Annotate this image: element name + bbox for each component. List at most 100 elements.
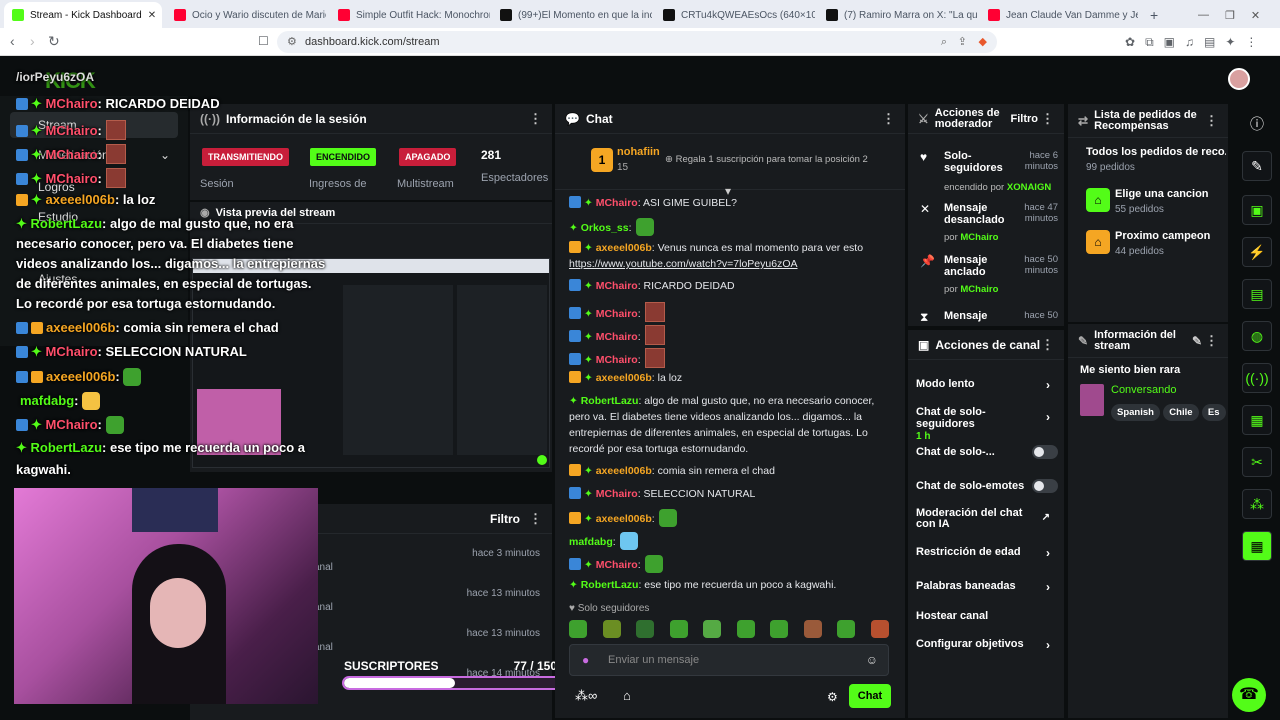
emote[interactable] xyxy=(803,620,822,638)
emote[interactable] xyxy=(837,620,856,638)
emote[interactable] xyxy=(602,620,621,638)
more-options-icon[interactable]: ⋮ xyxy=(1205,333,1218,349)
modo-lento-row[interactable]: Modo lento › xyxy=(916,378,1064,396)
reward-item[interactable]: ⌂ Elige una cancion 55 pedidos xyxy=(1086,188,1226,218)
store-icon[interactable]: ⌂ xyxy=(623,688,631,703)
moderacion-ia-row[interactable]: Moderación del chat con IA ↗ xyxy=(916,508,1064,538)
url-bar[interactable]: ⚙ dashboard.kick.com/stream ⌕ ⇪ ◆ xyxy=(277,31,997,53)
chat-username[interactable]: mafdabg xyxy=(569,536,613,548)
sidebar-icon[interactable]: ▣ xyxy=(1164,35,1175,50)
chat-username[interactable]: MChairo xyxy=(596,488,638,500)
maximize-icon[interactable]: ❐ xyxy=(1225,9,1235,22)
layout-icon[interactable]: ▣ xyxy=(1236,194,1278,226)
reward-item[interactable]: ⌂ Proximo campeon 44 pedidos xyxy=(1086,230,1226,260)
hostear-canal-row[interactable]: Hostear canal xyxy=(916,610,1064,628)
forward-icon[interactable]: › xyxy=(30,34,35,48)
chat-username[interactable]: MChairo xyxy=(596,280,638,292)
chat-username[interactable]: MChairo xyxy=(596,331,638,343)
chat-username[interactable]: axeeel006b xyxy=(596,372,652,384)
gifter-name[interactable]: nohafiin xyxy=(617,146,660,158)
more-options-icon[interactable]: ⋮ xyxy=(1041,337,1054,353)
info-icon[interactable]: ⓘ xyxy=(1236,108,1278,140)
grid-icon[interactable]: ▦ xyxy=(1236,404,1278,436)
emote[interactable] xyxy=(870,620,889,638)
emote[interactable] xyxy=(569,620,587,638)
all-requests-link[interactable]: Todos los pedidos de reco... xyxy=(1086,146,1226,158)
emoji-icon[interactable]: ☺ xyxy=(866,653,878,667)
filter-button[interactable]: Filtro xyxy=(1011,113,1039,125)
chat-username[interactable]: RobertLazu xyxy=(581,579,639,591)
new-tab-button[interactable]: + xyxy=(1142,2,1162,28)
leo-icon[interactable]: ✦ xyxy=(1225,35,1235,50)
bookmark-icon[interactable]: ☐ xyxy=(258,34,269,48)
more-options-icon[interactable]: ⋮ xyxy=(529,511,542,527)
settings-icon[interactable]: ⚙ xyxy=(827,690,838,704)
gift-cta[interactable]: ⊕ Regala 1 suscripción para tomar la pos… xyxy=(665,154,868,165)
site-info-icon[interactable]: ⚙ xyxy=(287,31,297,53)
mod-action-user[interactable]: MChairo xyxy=(960,284,998,295)
emote[interactable] xyxy=(736,620,755,638)
chat-bubble-icon[interactable]: ◍ xyxy=(1236,320,1278,352)
emote[interactable] xyxy=(703,620,722,638)
reload-icon[interactable]: ↻ xyxy=(48,34,60,48)
chat-username[interactable]: Orkos_ss xyxy=(581,222,629,234)
share-icon[interactable]: ⇪ xyxy=(958,31,967,53)
more-options-icon[interactable]: ⋮ xyxy=(529,111,542,127)
tab-browser[interactable]: Ocio y Wario discuten de Mario Sun xyxy=(166,2,326,28)
send-chat-button[interactable]: Chat xyxy=(849,684,891,708)
back-icon[interactable]: ‹ xyxy=(10,34,15,48)
solo-emotes-toggle[interactable] xyxy=(1032,479,1058,493)
tab-kick-dashboard[interactable]: Stream - Kick Dashboard ✕ xyxy=(4,2,162,28)
extension-icon[interactable]: ✿ xyxy=(1125,35,1135,50)
category-link[interactable]: Conversando xyxy=(1111,384,1176,396)
emote[interactable] xyxy=(770,620,789,638)
mod-action-user[interactable]: MChairo xyxy=(960,232,998,243)
tab-browser[interactable]: (7) Ramiro Marra on X: "La que aniq xyxy=(818,2,978,28)
minimize-icon[interactable]: — xyxy=(1198,9,1209,21)
message-input[interactable]: ● Enviar un mensaje ☺ xyxy=(569,644,889,676)
chat-username[interactable]: RobertLazu xyxy=(581,395,639,407)
edit-icon[interactable]: ✎ xyxy=(1192,334,1202,348)
tag[interactable]: Es xyxy=(1201,404,1226,421)
palabras-baneadas-row[interactable]: Palabras baneadas › xyxy=(916,580,1064,598)
wrench-icon[interactable]: ✂ xyxy=(1236,446,1278,478)
tab-browser[interactable]: (99+)El Momento en que la inclinaci xyxy=(492,2,652,28)
emote[interactable] xyxy=(636,620,655,638)
edit-panel-icon[interactable]: ✎ xyxy=(1236,150,1278,182)
close-window-icon[interactable]: ✕ xyxy=(1251,9,1260,22)
emote[interactable] xyxy=(669,620,688,638)
more-options-icon[interactable]: ⋮ xyxy=(1205,113,1218,129)
chat-username[interactable]: MChairo xyxy=(596,308,638,320)
chat-username[interactable]: axeeel006b xyxy=(596,242,652,254)
lightning-icon[interactable]: ⚡ xyxy=(1236,236,1278,268)
clapper-icon[interactable]: ▦ xyxy=(1236,530,1278,562)
music-icon[interactable]: ♫ xyxy=(1185,35,1194,50)
close-icon[interactable]: ✕ xyxy=(148,10,156,21)
tag[interactable]: Spanish xyxy=(1111,404,1160,421)
filter-button[interactable]: Filtro xyxy=(490,512,520,526)
tab-browser[interactable]: Simple Outfit Hack: Monochrome St xyxy=(330,2,490,28)
tag[interactable]: Chile xyxy=(1163,404,1199,421)
restriccion-edad-row[interactable]: Restricción de edad › xyxy=(916,546,1064,564)
zoom-icon[interactable]: ⌕ xyxy=(941,31,947,53)
solo-sub-toggle[interactable] xyxy=(1032,445,1058,459)
menu-icon[interactable]: ⋮ xyxy=(1245,35,1257,50)
avatar[interactable] xyxy=(1228,68,1250,90)
puzzle-icon[interactable]: ⧉ xyxy=(1145,35,1154,50)
channel-points-icon[interactable]: ⁂∞ xyxy=(575,688,597,704)
mod-action-user[interactable]: XONAIGN xyxy=(1007,182,1051,193)
document-icon[interactable]: ▤ xyxy=(1236,278,1278,310)
wallet-icon[interactable]: ▤ xyxy=(1204,35,1215,50)
chat-link[interactable]: https://www.youtube.com/watch?v=7loPeyu6… xyxy=(569,258,798,270)
brave-shield-icon[interactable]: ◆ xyxy=(979,31,987,53)
solo-seguidores-row[interactable]: Chat de solo-seguidores 1 h › xyxy=(916,406,1064,442)
tab-browser[interactable]: CRTu4kQWEAEsOcs (640×1024) xyxy=(655,2,815,28)
more-options-icon[interactable]: ⋮ xyxy=(882,111,895,127)
configurar-objetivos-row[interactable]: Configurar objetivos › xyxy=(916,638,1064,656)
chat-username[interactable]: MChairo xyxy=(596,197,638,209)
chat-username[interactable]: MChairo xyxy=(596,559,638,571)
broadcast-icon[interactable]: ((·)) xyxy=(1236,362,1278,394)
chat-username[interactable]: axeeel006b xyxy=(596,513,652,525)
tab-browser[interactable]: Jean Claude Van Damme y Jennifer xyxy=(980,2,1138,28)
more-options-icon[interactable]: ⋮ xyxy=(1041,111,1054,127)
